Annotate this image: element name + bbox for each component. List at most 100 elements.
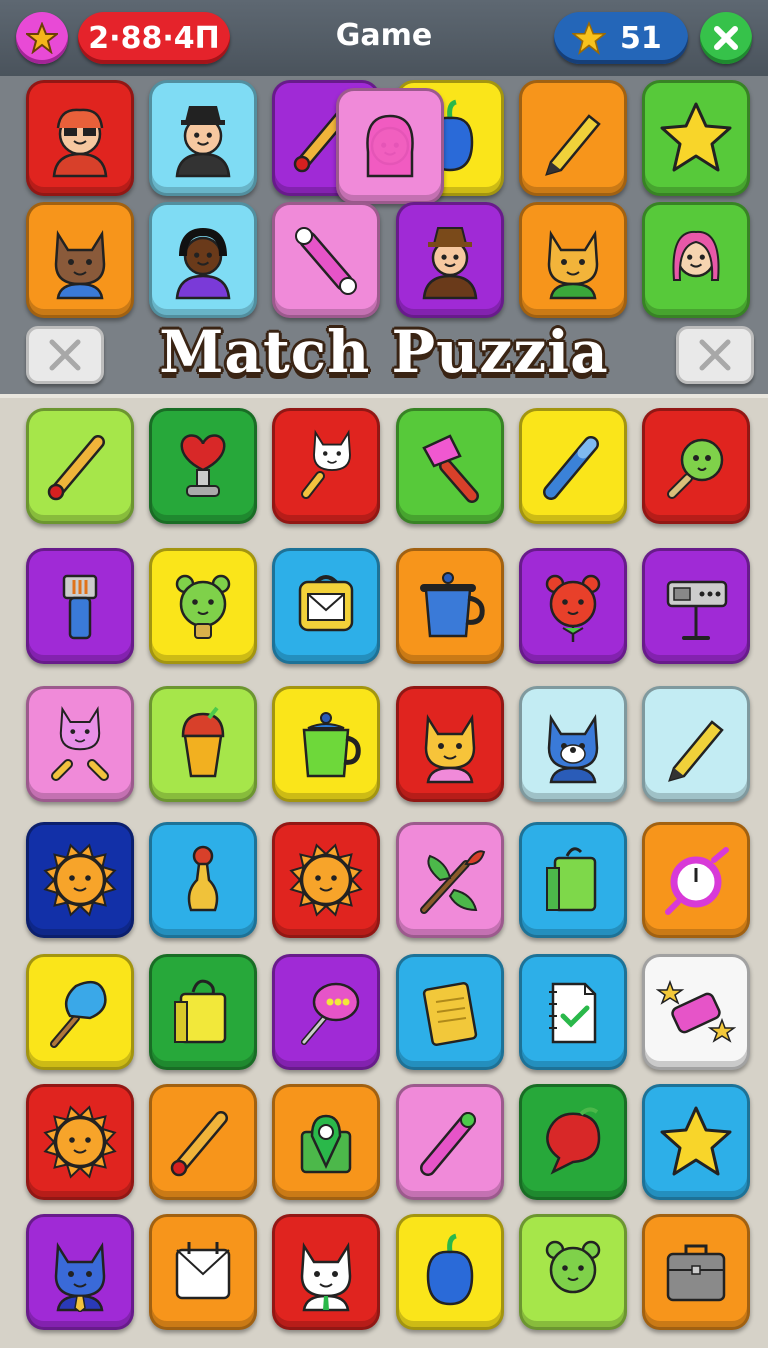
close-icon	[714, 26, 738, 50]
board-tile[interactable]	[519, 1214, 627, 1330]
queue-tile[interactable]	[396, 202, 504, 318]
board-tile[interactable]	[396, 408, 504, 524]
board-tile[interactable]	[519, 1084, 627, 1200]
top-bar: 2·88·4Π Game 51	[0, 0, 768, 76]
wolf-icon	[547, 714, 599, 784]
pepper-icon	[426, 1233, 474, 1306]
queue-tile[interactable]	[26, 202, 134, 318]
star-icon	[572, 21, 606, 55]
board-tile[interactable]	[149, 686, 257, 802]
board-tile[interactable]	[272, 1214, 380, 1330]
hammer-icon	[422, 434, 479, 503]
board-tile[interactable]	[519, 822, 627, 938]
marker-icon	[420, 1112, 476, 1176]
board-tile[interactable]	[519, 686, 627, 802]
page-title: Game	[335, 18, 433, 53]
queue-tile[interactable]	[26, 80, 134, 196]
discard-right-button[interactable]	[676, 326, 754, 384]
girl-sunglasses-icon	[52, 108, 108, 178]
bone-brush-icon	[295, 227, 357, 295]
board-tile[interactable]	[272, 1084, 380, 1200]
board-tile[interactable]	[519, 548, 627, 664]
board-tile[interactable]	[272, 822, 380, 938]
ice-cream-icon	[50, 980, 107, 1048]
pencil-icon	[545, 114, 601, 176]
pen-icon	[543, 436, 599, 500]
board-tile[interactable]	[26, 548, 134, 664]
board-tile[interactable]	[26, 954, 134, 1070]
queue-tile[interactable]	[642, 202, 750, 318]
pencil-icon	[668, 720, 724, 782]
board-tile[interactable]	[642, 408, 750, 524]
score-value: 51	[620, 20, 662, 56]
cupcake-icon	[181, 706, 225, 778]
board-tile[interactable]	[149, 1214, 257, 1330]
board-tile[interactable]	[26, 822, 134, 938]
shopping-bag-icon	[546, 847, 597, 912]
discard-left-button[interactable]	[26, 326, 104, 384]
bear-face-icon	[545, 1240, 601, 1294]
star-icon	[26, 22, 58, 54]
board-tile[interactable]	[149, 548, 257, 664]
board-tile[interactable]	[149, 408, 257, 524]
paintbrush-icon	[47, 435, 105, 501]
sign-post-icon	[666, 580, 728, 640]
cat-rattle-icon	[301, 429, 351, 499]
board-tile[interactable]	[642, 954, 750, 1070]
cat-tie-icon	[54, 1242, 106, 1312]
board-tile[interactable]	[519, 954, 627, 1070]
board-tile[interactable]	[642, 1214, 750, 1330]
star-button[interactable]	[16, 12, 68, 64]
star-icon	[660, 1106, 732, 1176]
man-brown-hat-icon	[422, 227, 478, 300]
gift-bag-icon	[174, 979, 227, 1044]
heart-lamp-icon	[180, 434, 226, 497]
board-tile[interactable]	[149, 1084, 257, 1200]
board-tile[interactable]	[149, 954, 257, 1070]
bowling-pin-icon	[187, 845, 219, 912]
queue-tile[interactable]	[519, 80, 627, 196]
board-tile[interactable]	[26, 1214, 134, 1330]
board-tile[interactable]	[396, 1214, 504, 1330]
queue-tile[interactable]	[519, 202, 627, 318]
cat-girl-icon	[424, 714, 476, 784]
girl-pink-hair-icon	[672, 230, 720, 281]
stopwatch-icon	[665, 847, 729, 915]
fox-icon	[547, 230, 599, 300]
board-tile[interactable]	[272, 954, 380, 1070]
queue-tile[interactable]	[149, 80, 257, 196]
briefcase-icon	[666, 1244, 726, 1302]
spray-bottle-icon	[62, 574, 98, 640]
board-tile[interactable]	[272, 548, 380, 664]
board-tile[interactable]	[26, 408, 134, 524]
green-rattle-icon	[667, 438, 724, 499]
board-tile[interactable]	[396, 1084, 504, 1200]
board-tile[interactable]	[396, 686, 504, 802]
board-tile[interactable]	[519, 408, 627, 524]
star-icon	[660, 102, 732, 172]
close-button[interactable]	[700, 12, 752, 64]
cat-shirt-icon	[300, 1242, 352, 1312]
queue-tile[interactable]	[272, 202, 380, 318]
board-tile[interactable]	[642, 686, 750, 802]
board-tile[interactable]	[396, 548, 504, 664]
board-tile[interactable]	[26, 1084, 134, 1200]
queue-tile[interactable]	[149, 202, 257, 318]
board-tile[interactable]	[26, 686, 134, 802]
board-tile[interactable]	[272, 686, 380, 802]
lollipop-icon	[301, 982, 360, 1045]
board-tile[interactable]	[642, 1084, 750, 1200]
sun-icon	[289, 843, 363, 917]
queue-tile[interactable]	[336, 88, 444, 204]
board-tile[interactable]	[396, 822, 504, 938]
teapot-icon	[302, 712, 361, 778]
calendar-mail-icon	[175, 1242, 231, 1300]
queue-tile[interactable]	[642, 80, 750, 196]
girl-dark-hair-icon	[175, 227, 231, 300]
board-tile[interactable]	[642, 822, 750, 938]
board-tile[interactable]	[396, 954, 504, 1070]
sun-icon	[43, 843, 117, 917]
board-tile[interactable]	[642, 548, 750, 664]
board-tile[interactable]	[149, 822, 257, 938]
board-tile[interactable]	[272, 408, 380, 524]
